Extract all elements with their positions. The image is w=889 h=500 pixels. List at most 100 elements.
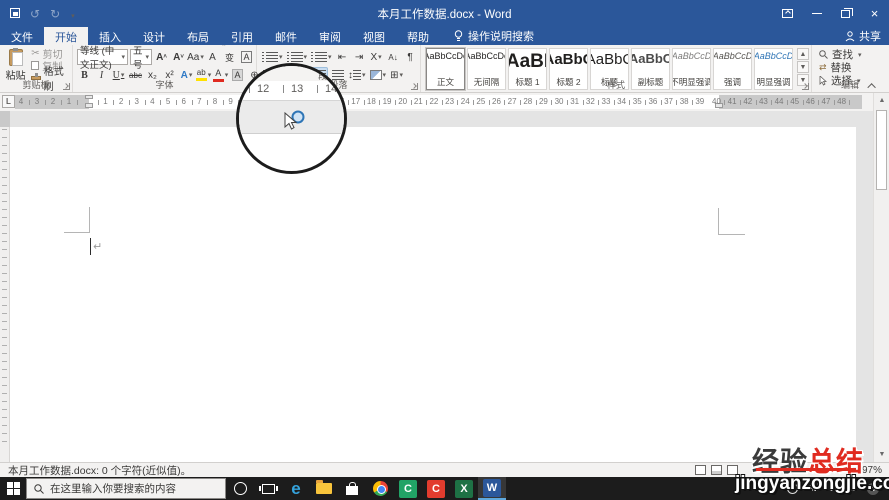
app-green-c-icon: C (399, 479, 417, 498)
decrease-indent-button[interactable]: ⇤ (335, 49, 350, 65)
clear-formatting-button[interactable]: A (205, 49, 220, 65)
taskbar-app-word[interactable]: W (478, 477, 506, 500)
ribbon-display-options-button[interactable] (773, 0, 802, 27)
tab-view[interactable]: 视图 (352, 27, 396, 45)
style-sample: AaBbCcD (754, 51, 793, 61)
lightbulb-icon (454, 29, 463, 41)
taskbar-app-store[interactable] (338, 477, 366, 500)
increase-indent-button[interactable]: ⇥ (352, 49, 367, 65)
taskbar-app-file-explorer[interactable] (310, 477, 338, 500)
task-view-button[interactable] (254, 477, 282, 500)
word-count-status[interactable]: 本月工作数据.docx: 0 个字符(近似值)。 (0, 463, 191, 478)
taskbar-app-chrome[interactable] (366, 477, 394, 500)
asian-layout-button[interactable]: X ▾ (369, 49, 384, 65)
styles-dialog-launcher[interactable] (802, 83, 809, 90)
collapse-ribbon-button[interactable] (866, 80, 880, 92)
vertical-ruler[interactable] (0, 111, 10, 462)
styles-scroll-down-button[interactable]: ▼ (797, 61, 809, 73)
find-button[interactable]: 查找 ▾ (819, 48, 888, 61)
text-boundary-mark-right (718, 208, 745, 235)
change-case-button[interactable]: Aa ▾ (187, 49, 204, 65)
vertical-scrollbar[interactable]: ▲ ▼ (873, 93, 889, 462)
ruler-tick (833, 100, 835, 105)
tell-me-label: 操作说明搜索 (468, 31, 534, 43)
ruler-number: 48 (837, 97, 847, 106)
ruler-number: 34 (617, 97, 627, 106)
numbered-list-icon (286, 52, 303, 62)
cortana-button[interactable] (226, 477, 254, 500)
document-page[interactable] (10, 127, 856, 462)
ruler-tick (802, 100, 804, 105)
scrollbar-thumb[interactable] (876, 110, 887, 190)
redo-button[interactable]: ↻ (50, 8, 60, 20)
tab-stop-selector[interactable]: L (2, 95, 15, 108)
horizontal-ruler[interactable]: 4321123456789101112131415161718192021222… (15, 95, 862, 109)
tab-file[interactable]: 文件 (0, 27, 44, 45)
task-view-icon (258, 483, 278, 494)
undo-button[interactable]: ↺ (30, 8, 40, 20)
customize-qat-button[interactable]: ▾ (70, 8, 75, 20)
excel-icon: X (455, 479, 473, 498)
tab-references[interactable]: 引用 (220, 27, 264, 45)
grow-font-button[interactable]: A ˄ (154, 49, 169, 65)
styles-scroll-up-button[interactable]: ▲ (797, 48, 809, 60)
read-mode-button[interactable] (695, 465, 706, 475)
sort-button[interactable]: A↓ (386, 49, 401, 65)
clipboard-dialog-launcher[interactable] (63, 83, 70, 90)
tab-review[interactable]: 审阅 (308, 27, 352, 45)
taskbar-app-excel[interactable]: X (450, 477, 478, 500)
phonetic-guide-button[interactable]: 变 (222, 43, 237, 65)
show-paragraph-marks-button[interactable]: ¶ (403, 49, 418, 65)
start-button[interactable] (0, 477, 26, 500)
print-layout-button[interactable] (711, 465, 722, 475)
ruler-number: 42 (743, 97, 753, 106)
close-button[interactable]: × (860, 0, 889, 27)
window-title: 本月工作数据.docx - Word (377, 8, 512, 21)
view-switcher (695, 465, 738, 475)
document-area[interactable]: ↵ (0, 111, 889, 462)
shrink-font-button[interactable]: A ˅ (171, 49, 186, 65)
font-size-combo[interactable]: 五号 ▾ (130, 46, 152, 71)
character-border-button[interactable]: A (239, 49, 254, 65)
replace-button[interactable]: ⇄ 替换 (819, 61, 888, 74)
chrome-icon (372, 481, 388, 496)
first-line-indent-marker[interactable] (85, 95, 93, 99)
ruler-tick (191, 100, 193, 105)
style-sample: AaBbCcDc (468, 51, 505, 61)
left-indent-marker[interactable] (85, 103, 93, 108)
multilevel-list-button[interactable]: ▾ (310, 49, 333, 65)
tab-help[interactable]: 帮助 (396, 27, 440, 45)
ruler-number: 9 (228, 97, 233, 106)
font-name-combo[interactable]: 等线 (中文正文) ▾ (77, 46, 129, 71)
tab-mailings[interactable]: 邮件 (264, 27, 308, 45)
ruler-tick (755, 100, 757, 105)
style-sample: AaBbC (632, 51, 670, 66)
share-button[interactable]: 共享 (845, 27, 881, 45)
restore-button[interactable] (831, 0, 860, 27)
taskbar-search-input[interactable]: 在这里输入你要搜索的内容 (26, 478, 226, 499)
scissors-icon: ✂ (31, 48, 40, 59)
ruler-tick (818, 100, 820, 105)
tab-layout[interactable]: 布局 (176, 27, 220, 45)
ruler-tick (786, 100, 788, 105)
minimize-button[interactable] (802, 0, 831, 27)
paste-icon (8, 48, 23, 66)
taskbar-app-edge[interactable]: e (282, 477, 310, 500)
folder-icon (316, 480, 332, 494)
search-placeholder: 在这里输入你要搜索的内容 (50, 483, 176, 495)
scroll-down-button[interactable]: ▼ (874, 447, 889, 462)
ruler-number: 36 (648, 97, 658, 106)
ribbon-display-options-icon (782, 9, 793, 18)
ruler-number: 38 (679, 97, 689, 106)
save-button[interactable] (10, 7, 20, 20)
tell-me-search[interactable]: 操作说明搜索 (454, 27, 534, 45)
taskbar-app-app-green-c[interactable]: C (394, 477, 422, 500)
style-sample: AaBbCcD (672, 51, 711, 61)
scroll-up-button[interactable]: ▲ (874, 93, 889, 108)
chevron-down-icon: ▾ (121, 54, 126, 61)
bullets-button[interactable]: ▾ (261, 49, 284, 65)
taskbar-app-app-red-c[interactable]: C (422, 477, 450, 500)
paragraph-dialog-launcher[interactable] (411, 83, 418, 90)
ruler-tick (613, 100, 615, 105)
ruler-number: 47 (821, 97, 831, 106)
